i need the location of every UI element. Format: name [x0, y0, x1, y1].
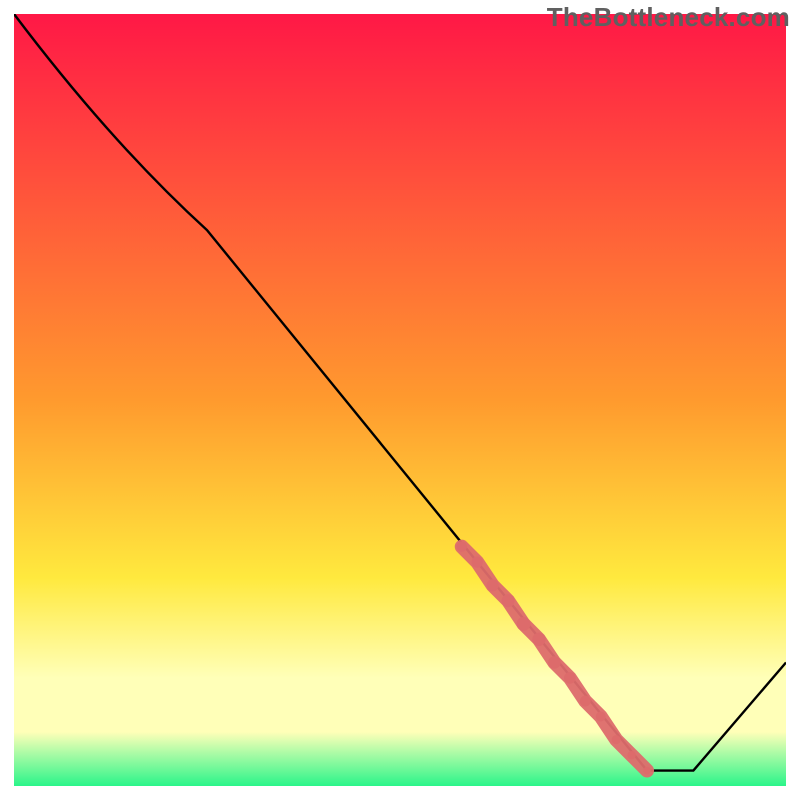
marker-dot: [487, 579, 499, 591]
marker-dot: [532, 633, 545, 646]
marker-dot: [548, 656, 561, 669]
watermark-text: TheBottleneck.com: [547, 2, 790, 33]
marker-dot: [564, 672, 576, 684]
marker-dot: [627, 751, 635, 759]
marker-dot: [580, 696, 591, 707]
marker-dot: [472, 556, 483, 567]
plot-background: [14, 14, 786, 786]
bottleneck-chart: [0, 0, 800, 800]
marker-dot: [517, 617, 531, 631]
marker-dot: [502, 594, 515, 607]
marker-dot: [643, 767, 651, 775]
marker-dot: [457, 541, 468, 552]
marker-dot: [596, 712, 606, 722]
marker-dot: [612, 735, 621, 744]
chart-container: TheBottleneck.com: [0, 0, 800, 800]
